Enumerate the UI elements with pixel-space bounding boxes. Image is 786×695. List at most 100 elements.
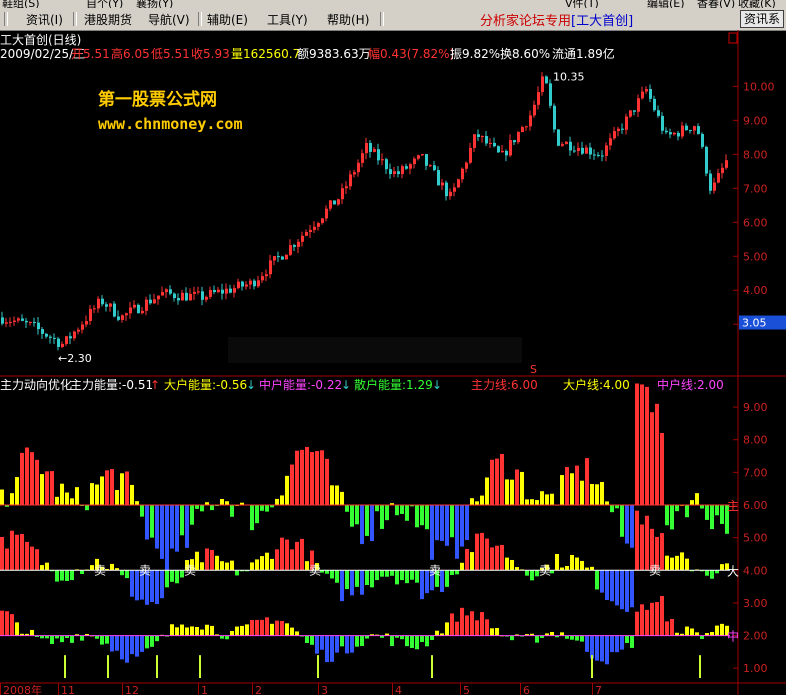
indicator-bar [605, 501, 609, 505]
indicator-bar [195, 626, 199, 636]
indicator-bar [425, 504, 429, 530]
price-candle [177, 298, 180, 301]
price-candle [653, 98, 656, 111]
price-candle [257, 280, 260, 287]
indicator-bar [30, 452, 34, 505]
candlestick-series [1, 72, 728, 351]
price-candle [457, 179, 460, 188]
price-candle [573, 150, 576, 152]
news-system-button[interactable]: 资讯系 [739, 10, 784, 28]
price-candle [441, 182, 444, 186]
indicator-bar [300, 449, 304, 505]
menu-item-help[interactable]: 帮助(H) [327, 11, 369, 28]
price-candle [65, 336, 68, 344]
quote-volume: 量162560.7 [231, 47, 300, 61]
price-candle [493, 142, 496, 147]
indicator-bar [460, 562, 464, 571]
legend-retail-arrow: ↓ [432, 378, 442, 392]
indicator-bar [290, 549, 294, 571]
price-candle [657, 110, 660, 116]
stock-chart[interactable]: 工大首创(日线) 2009/02/25/三 开5.51 高6.05 低5.51 … [0, 30, 786, 695]
price-candle [677, 132, 680, 137]
indicator-bar [330, 485, 334, 505]
indicator-bar [325, 635, 329, 663]
date-axis: 2008年 11 12 1 2 3 4 5 6 7 [0, 683, 602, 695]
indicator-bar [50, 471, 54, 505]
indicator-bar [255, 619, 259, 636]
menu-top-item[interactable]: 襄扬(Y) [136, 0, 173, 8]
price-candle [685, 125, 688, 131]
legend-main-arrow: ↑ [150, 378, 160, 392]
panel-toggle-icon[interactable] [728, 32, 738, 44]
price-candle [237, 281, 240, 289]
price-candle [681, 125, 684, 137]
price-candle [233, 288, 236, 293]
menu-top-item[interactable]: 编辑(E) [647, 0, 685, 8]
overlay-box [228, 337, 522, 363]
menu-top-item[interactable]: 鞋组(S) [2, 0, 40, 8]
indicator-bar [110, 469, 114, 505]
price-candle [309, 229, 312, 233]
indicator-bar [435, 504, 439, 541]
price-candle [629, 110, 632, 117]
price-candle [169, 289, 172, 294]
menu-top-item[interactable]: 香春(V) [697, 0, 735, 8]
menu-item-hk-futures[interactable]: 港股期货 [84, 11, 132, 28]
menu-item-navigation[interactable]: 导航(V) [148, 11, 190, 28]
menu-top-item[interactable]: 收藏(K) [738, 0, 776, 8]
indicator-bar [50, 635, 54, 644]
indicator-bar [355, 570, 359, 587]
indicator-tick-label: 9.00 [743, 401, 768, 414]
indicator-bar [40, 474, 44, 505]
price-candle [569, 141, 572, 151]
indicator-bar [255, 559, 259, 571]
menu-item-tools[interactable]: 工具(Y) [267, 11, 308, 28]
menu-item-assist[interactable]: 辅助(E) [207, 11, 248, 28]
indicator-bar [610, 504, 614, 513]
indicator-bar [190, 504, 194, 525]
indicator-bar [15, 622, 19, 636]
price-candle [189, 293, 192, 301]
indicator-bar [230, 560, 234, 571]
indicator-bar [550, 493, 554, 505]
price-candle [545, 76, 548, 84]
indicator-bar [90, 483, 94, 505]
price-candle [341, 188, 344, 200]
menu-item-news[interactable]: 资讯(I) [26, 11, 63, 28]
indicator-bar [660, 433, 664, 505]
indicator-bar [390, 570, 394, 576]
price-candle [337, 199, 340, 205]
price-candle [709, 173, 712, 191]
date-label: 1 [201, 684, 208, 695]
price-candle [433, 165, 436, 171]
indicator-bar [95, 484, 99, 505]
indicator-bar [0, 489, 4, 505]
price-candle [529, 115, 532, 127]
promo-tag: [工大首创] [571, 14, 634, 29]
price-candle [697, 126, 700, 134]
price-candle [9, 321, 12, 323]
price-candle [661, 115, 664, 131]
menu-top-item[interactable]: 自个(Y) [86, 0, 123, 8]
indicator-bar [470, 552, 474, 571]
price-candle [181, 292, 184, 301]
indicator-bar [480, 495, 484, 505]
indicator-bar [595, 484, 599, 505]
price-candle [385, 159, 388, 170]
price-candle [533, 104, 536, 116]
indicator-bar [225, 501, 229, 505]
menu-top-item[interactable]: V件(T) [565, 0, 599, 8]
legend-mid-arrow: ↓ [341, 378, 351, 392]
price-candle [537, 92, 540, 105]
indicator-bar [385, 570, 389, 577]
indicator-bar [640, 384, 644, 505]
indicator-bar [120, 570, 124, 576]
price-candle [201, 291, 204, 300]
indicator-bar [460, 607, 464, 636]
indicator-title: 主力动向优化 [0, 377, 72, 392]
price-candle [345, 186, 348, 189]
price-candle [497, 146, 500, 153]
indicator-bar [275, 549, 279, 571]
price-candle [153, 299, 156, 304]
indicator-bar [0, 610, 4, 636]
